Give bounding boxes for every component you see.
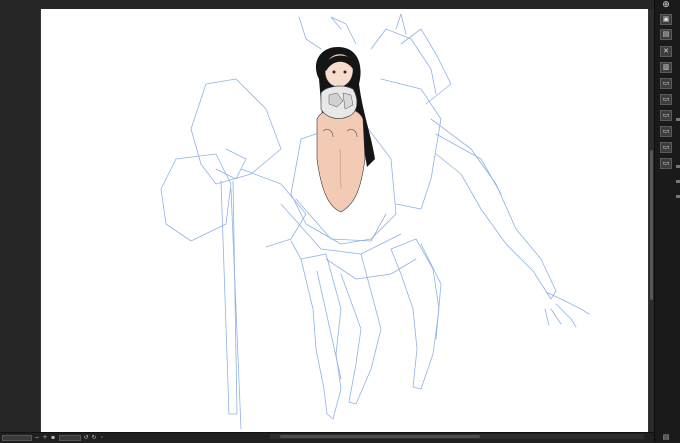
- zoom-out-icon[interactable]: −: [34, 435, 40, 441]
- reset-icon[interactable]: ◦: [99, 435, 105, 441]
- layer-icon-12[interactable]: ▤: [659, 433, 673, 441]
- layer-panel-icon[interactable]: ▣: [660, 14, 672, 25]
- layer-icon-5[interactable]: ▭: [660, 78, 672, 89]
- layer-icon-8[interactable]: ▭: [660, 126, 672, 137]
- horizontal-scroll-thumb[interactable]: [280, 435, 480, 438]
- layer-icon-6[interactable]: ▭: [660, 94, 672, 105]
- layer-icon-7[interactable]: ▭: [660, 110, 672, 121]
- fit-icon[interactable]: ▪: [50, 435, 56, 441]
- panel-edge-handle[interactable]: [676, 165, 680, 168]
- zoom-field[interactable]: [2, 435, 32, 441]
- angle-field[interactable]: [59, 435, 81, 441]
- layer-icon-10[interactable]: ▭: [660, 158, 672, 169]
- layer-icon-4[interactable]: ▥: [660, 62, 672, 73]
- layer-settings-icon[interactable]: ▤: [660, 29, 672, 40]
- search-icon[interactable]: ⊕: [660, 0, 672, 10]
- panel-edge-handle[interactable]: [676, 180, 680, 183]
- rotate-right-icon[interactable]: ↻: [91, 435, 97, 441]
- zoom-in-icon[interactable]: +: [42, 435, 48, 441]
- rotate-left-icon[interactable]: ↺: [83, 435, 89, 441]
- panel-edge-handle[interactable]: [676, 195, 680, 198]
- panel-edge-handle[interactable]: [676, 118, 680, 121]
- artwork-sketch: [160, 13, 590, 430]
- layer-icon-9[interactable]: ▭: [660, 142, 672, 153]
- vertical-scroll-thumb[interactable]: [650, 150, 653, 300]
- drawing-canvas[interactable]: [41, 9, 648, 432]
- delete-layer-icon[interactable]: ✕: [660, 46, 672, 57]
- left-panel: [0, 9, 40, 432]
